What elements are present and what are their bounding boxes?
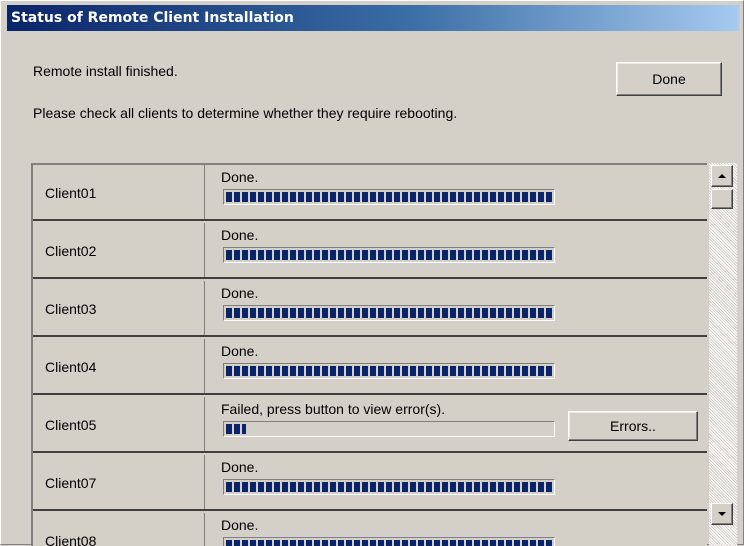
progress-fill	[226, 192, 552, 202]
status-message: Remote install finished.	[33, 63, 178, 79]
progress-bar	[223, 479, 555, 495]
client-status: Done.	[221, 285, 259, 301]
progress-fill	[226, 308, 552, 318]
client-list: Client01 Done. Client02 Done. Client03 Done. C…	[31, 163, 707, 546]
instruction-message: Please check all clients to determine wh…	[33, 105, 458, 121]
scroll-up-button[interactable]	[711, 165, 733, 187]
progress-bar	[223, 363, 555, 379]
progress-bar	[223, 305, 555, 321]
client-name: Client08	[33, 513, 205, 546]
client-name: Client04	[33, 339, 205, 393]
client-name: Client03	[33, 281, 205, 335]
progress-bar	[223, 421, 555, 437]
client-status: Done.	[221, 517, 259, 533]
client-row: Client02 Done.	[33, 223, 707, 279]
progress-bar	[223, 247, 555, 263]
client-status: Done.	[221, 459, 259, 475]
scroll-thumb[interactable]	[711, 189, 733, 209]
dialog-window: Status of Remote Client Installation Rem…	[0, 0, 744, 546]
vertical-scrollbar[interactable]	[709, 163, 737, 546]
client-row: Client08 Done.	[33, 513, 707, 546]
down-arrow-icon	[718, 512, 726, 516]
client-row: Client01 Done.	[33, 165, 707, 221]
up-arrow-icon	[718, 174, 726, 178]
client-row: Client03 Done.	[33, 281, 707, 337]
client-row: Client07 Done.	[33, 455, 707, 511]
client-name: Client01	[33, 165, 205, 219]
client-status: Failed, press button to view error(s).	[221, 401, 446, 417]
client-status: Done.	[221, 169, 259, 185]
scroll-down-button[interactable]	[711, 503, 733, 525]
client-status: Done.	[221, 227, 259, 243]
progress-fill	[226, 540, 552, 546]
client-name: Client02	[33, 223, 205, 277]
client-row: Client05 Failed, press button to view err…	[33, 397, 707, 453]
done-button[interactable]: Done	[616, 62, 722, 96]
client-status: Done.	[221, 343, 259, 359]
errors-button[interactable]: Errors..	[568, 411, 698, 441]
client-name: Client07	[33, 455, 205, 509]
window-title: Status of Remote Client Installation	[7, 5, 739, 31]
client-row: Client04 Done.	[33, 339, 707, 395]
progress-bar	[223, 189, 555, 205]
progress-fill	[226, 250, 552, 260]
client-name: Client05	[33, 397, 205, 451]
progress-fill	[226, 482, 552, 492]
progress-fill	[226, 424, 246, 434]
progress-fill	[226, 366, 552, 376]
